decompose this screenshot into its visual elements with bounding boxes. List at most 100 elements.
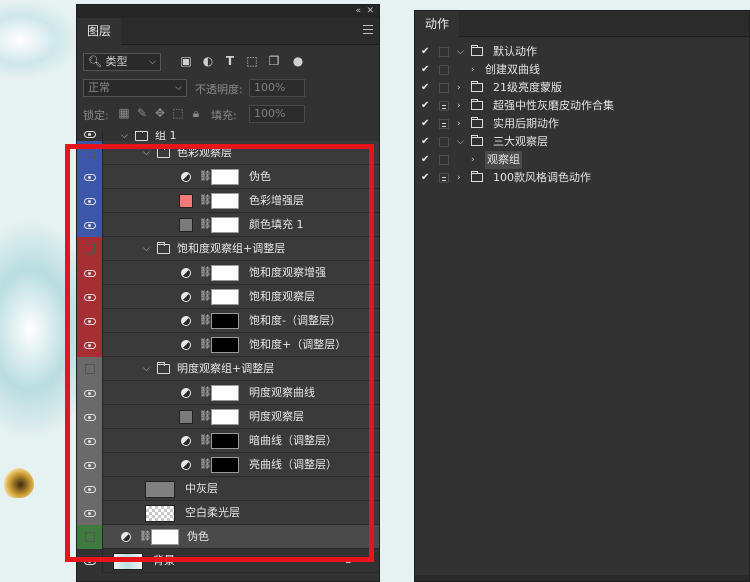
visibility-toggle[interactable] <box>77 381 103 405</box>
layer-row-sat-enhance[interactable]: ⛓ 饱和度观察增强 <box>77 261 379 285</box>
chevron-down-icon[interactable]: ⌵ <box>143 237 150 261</box>
dialog-toggle-icon[interactable] <box>439 47 449 57</box>
layer-row-soft-light[interactable]: 空白柔光层 <box>77 501 379 525</box>
action-row[interactable]: ✔ › 观察组 <box>415 151 749 169</box>
adjustment-layer-icon[interactable] <box>181 436 191 446</box>
layer-mask-thumbnail[interactable] <box>211 433 239 449</box>
visibility-toggle[interactable] <box>77 501 103 525</box>
chevron-down-icon[interactable]: ⌵ <box>143 141 150 165</box>
check-icon[interactable]: ✔ <box>421 133 429 151</box>
dialog-toggle-icon[interactable] <box>439 83 449 93</box>
layer-row-sat-plus[interactable]: ⛓ 饱和度+（调整层） <box>77 333 379 357</box>
check-icon[interactable]: ✔ <box>421 43 429 61</box>
link-icon[interactable]: ⛓ <box>199 213 212 237</box>
chevron-right-icon[interactable]: › <box>457 79 461 97</box>
visibility-toggle[interactable] <box>77 189 103 213</box>
image-filter-icon[interactable]: ▣ <box>179 54 193 68</box>
chevron-down-icon[interactable]: ⌵ <box>457 133 464 151</box>
link-icon[interactable]: ⛓ <box>199 309 212 333</box>
layer-mask-thumbnail[interactable] <box>211 265 239 281</box>
visibility-toggle[interactable] <box>77 213 103 237</box>
lock-artboard-icon[interactable]: ⬚ <box>171 106 185 120</box>
visibility-toggle[interactable] <box>77 237 103 261</box>
tab-actions[interactable]: 动作 <box>415 11 460 37</box>
layer-row-color-group[interactable]: ⌵ 色彩观察层 <box>77 141 379 165</box>
close-icon[interactable]: ✕ <box>366 5 374 18</box>
layer-mask-thumbnail[interactable] <box>211 337 239 353</box>
fill-color-swatch[interactable] <box>179 218 193 232</box>
visibility-toggle[interactable] <box>77 141 103 165</box>
layer-row-group1[interactable]: ⌵ 组 1 <box>77 131 379 141</box>
visibility-toggle[interactable] <box>77 429 103 453</box>
chevron-right-icon[interactable]: › <box>471 151 475 169</box>
dialog-toggle-icon[interactable] <box>439 101 449 111</box>
adjustment-layer-icon[interactable] <box>181 460 191 470</box>
chevron-down-icon[interactable]: ⌵ <box>457 43 464 61</box>
link-icon[interactable]: ⛓ <box>199 453 212 477</box>
chevron-down-icon[interactable]: ⌵ <box>121 131 128 141</box>
check-icon[interactable]: ✔ <box>421 61 429 79</box>
dialog-toggle-icon[interactable] <box>439 65 449 75</box>
action-row[interactable]: ✔ › 超强中性灰磨皮动作合集 <box>415 97 749 115</box>
action-row[interactable]: ✔ › 100款风格调色动作 <box>415 169 749 187</box>
check-icon[interactable]: ✔ <box>421 169 429 187</box>
check-icon[interactable]: ✔ <box>421 115 429 133</box>
layer-row-sat-observe[interactable]: ⛓ 饱和度观察层 <box>77 285 379 309</box>
layer-row-mid-gray[interactable]: 中灰层 <box>77 477 379 501</box>
opacity-field[interactable]: 100% <box>249 79 305 97</box>
action-row[interactable]: ✔ ⌵ 三大观察层 <box>415 133 749 151</box>
link-icon[interactable]: ⛓ <box>199 381 212 405</box>
visibility-toggle[interactable] <box>77 131 103 141</box>
link-icon[interactable]: ⛓ <box>199 405 212 429</box>
link-icon[interactable]: ⛓ <box>199 285 212 309</box>
lock-move-icon[interactable]: ✥ <box>153 106 167 120</box>
action-row[interactable]: ✔ › 创建双曲线 <box>415 61 749 79</box>
layer-thumbnail[interactable] <box>145 481 175 498</box>
visibility-toggle[interactable] <box>77 453 103 477</box>
layer-mask-thumbnail[interactable] <box>211 385 239 401</box>
layer-row-saturation-group[interactable]: ⌵ 饱和度观察组+调整层 <box>77 237 379 261</box>
link-icon[interactable]: ⛓ <box>199 261 212 285</box>
action-row[interactable]: ✔ › 实用后期动作 <box>415 115 749 133</box>
link-icon[interactable]: ⛓ <box>199 333 212 357</box>
layer-row-sat-minus[interactable]: ⛓ 饱和度-（调整层） <box>77 309 379 333</box>
background-thumbnail[interactable] <box>113 553 143 570</box>
type-filter-icon[interactable]: T <box>223 54 237 68</box>
layer-row-dark-curve[interactable]: ⛓ 暗曲线（调整层） <box>77 429 379 453</box>
adjustment-layer-icon[interactable] <box>181 172 191 182</box>
visibility-toggle[interactable] <box>77 309 103 333</box>
layer-mask-thumbnail[interactable] <box>211 457 239 473</box>
visibility-toggle[interactable] <box>77 477 103 501</box>
lock-transparent-icon[interactable]: ▦ <box>117 106 131 120</box>
visibility-toggle[interactable] <box>77 285 103 309</box>
action-row[interactable]: ✔ ⌵ 默认动作 <box>415 43 749 61</box>
link-icon[interactable]: ⛓ <box>199 189 212 213</box>
lock-all-icon[interactable]: 🔒︎ <box>189 106 203 120</box>
smartobject-filter-icon[interactable]: ❐ <box>267 54 281 68</box>
adjustment-filter-icon[interactable]: ◐ <box>201 54 215 68</box>
check-icon[interactable]: ✔ <box>421 151 429 169</box>
layer-mask-thumbnail[interactable] <box>211 193 239 209</box>
layer-mask-thumbnail[interactable] <box>211 289 239 305</box>
visibility-toggle[interactable] <box>77 357 103 381</box>
lock-paint-icon[interactable]: ✎ <box>135 106 149 120</box>
action-row[interactable]: ✔ › 21级亮度蒙版 <box>415 79 749 97</box>
fill-color-swatch[interactable] <box>179 194 193 208</box>
filter-kind-select[interactable]: 🔍︎ 类型 ⌵ <box>83 53 161 71</box>
visibility-toggle[interactable] <box>77 165 103 189</box>
blend-mode-select[interactable]: 正常 ⌵ <box>83 79 187 97</box>
chevron-right-icon[interactable]: › <box>457 169 461 187</box>
layer-row-color-enhance[interactable]: ⛓ 色彩增强层 <box>77 189 379 213</box>
collapse-icon[interactable]: « <box>355 5 361 18</box>
adjustment-layer-icon[interactable] <box>181 388 191 398</box>
fill-field[interactable]: 100% <box>249 105 305 123</box>
layer-mask-thumbnail[interactable] <box>151 529 179 545</box>
layer-mask-thumbnail[interactable] <box>211 313 239 329</box>
layer-row-pseudo-color[interactable]: ⛓ 伪色 <box>77 165 379 189</box>
tab-layers[interactable]: 图层 <box>77 18 122 45</box>
layer-mask-thumbnail[interactable] <box>211 169 239 185</box>
layer-mask-thumbnail[interactable] <box>211 217 239 233</box>
layer-row-color-fill[interactable]: ⛓ 颜色填充 1 <box>77 213 379 237</box>
filter-toggle-icon[interactable]: ● <box>291 54 305 68</box>
dialog-toggle-icon[interactable] <box>439 173 449 183</box>
